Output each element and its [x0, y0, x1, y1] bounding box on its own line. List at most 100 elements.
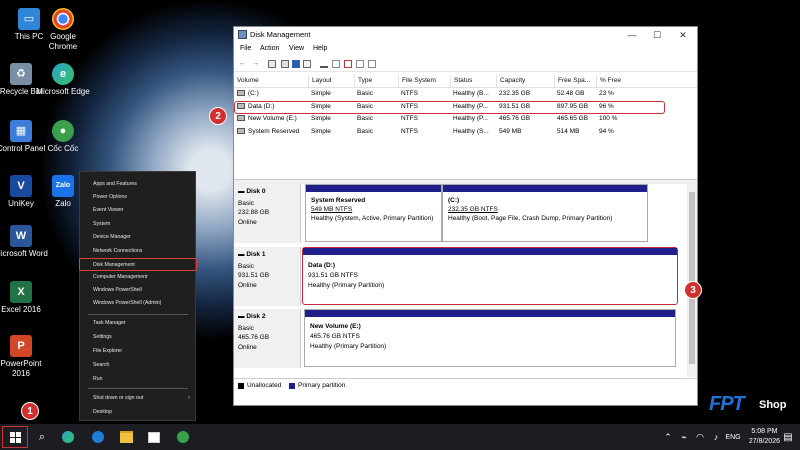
- menu-item-shutdown[interactable]: Shut down or sign out ›: [80, 392, 195, 405]
- language-indicator[interactable]: ENG: [725, 429, 741, 445]
- network-icon[interactable]: ⌁: [676, 429, 692, 445]
- disk-icon[interactable]: [320, 60, 328, 68]
- column-header[interactable]: Layout: [308, 75, 354, 87]
- view-icon[interactable]: [268, 60, 276, 68]
- table-row[interactable]: (C:) Simple Basic NTFS Healthy (B... 232.35 G…: [234, 88, 697, 100]
- new-icon[interactable]: [356, 60, 364, 68]
- menu-item-system[interactable]: System: [80, 218, 195, 231]
- clock[interactable]: 5:08 PM 27/8/2026: [749, 427, 780, 447]
- forward-icon[interactable]: →: [252, 60, 260, 68]
- menu-item-powershell-admin[interactable]: Windows PowerShell (Admin): [80, 297, 195, 310]
- format-icon[interactable]: [368, 60, 376, 68]
- back-icon[interactable]: ←: [239, 60, 247, 68]
- table-cell: Basic: [357, 127, 373, 135]
- scrollbar-thumb[interactable]: [689, 192, 695, 364]
- menu-item-power-options[interactable]: Power Options: [80, 191, 195, 204]
- menu-item-device-manager[interactable]: Device Manager: [80, 231, 195, 244]
- close-button[interactable]: ✕: [670, 27, 696, 43]
- menu-item-desktop[interactable]: Desktop: [80, 406, 195, 419]
- column-header[interactable]: Free Spa...: [554, 75, 596, 87]
- disk-name-text: Disk 1: [246, 251, 266, 258]
- column-header[interactable]: Volume: [234, 75, 308, 87]
- disk-label[interactable]: ▬ Disk 0 Basic 232.88 GB Online: [234, 184, 301, 243]
- check-icon[interactable]: [332, 60, 340, 68]
- search-icon[interactable]: ⌕: [34, 429, 50, 445]
- menu-action[interactable]: Action: [260, 45, 279, 52]
- disk-state: Online: [238, 282, 257, 289]
- coccoc-taskbar-icon[interactable]: [175, 429, 191, 445]
- partition-size: 232.35 GB NTFS: [448, 206, 498, 213]
- wifi-icon[interactable]: ◠: [692, 429, 708, 445]
- table-cell: 465.65 GB: [557, 115, 589, 122]
- volume-icon: [237, 90, 245, 97]
- desktop-icon-powerpoint[interactable]: P PowerPoint 2016: [0, 335, 48, 379]
- menu-item-settings[interactable]: Settings: [80, 331, 195, 344]
- table-cell: Basic: [357, 90, 373, 97]
- disk-label[interactable]: ▬ Disk 2 Basic 465.76 GB Online: [234, 309, 301, 368]
- menu-help[interactable]: Help: [313, 45, 327, 52]
- menu-item-disk-management[interactable]: Disk Management: [79, 258, 197, 271]
- title-bar[interactable]: Disk Management — ☐ ✕: [234, 27, 697, 43]
- partition-d[interactable]: Data (D:) 931.51 GB NTFS Healthy (Primar…: [302, 247, 678, 305]
- column-header[interactable]: Capacity: [496, 75, 554, 87]
- menu-file[interactable]: File: [240, 45, 251, 52]
- properties-icon[interactable]: [303, 60, 311, 68]
- notifications-icon[interactable]: ▤: [780, 429, 796, 445]
- menu-item-network-connections[interactable]: Network Connections: [80, 245, 195, 258]
- file-explorer-icon[interactable]: [118, 429, 134, 445]
- menu-item-task-manager[interactable]: Task Manager: [80, 317, 195, 330]
- help-icon[interactable]: [292, 60, 300, 68]
- menu-item-apps-features[interactable]: Apps and Features: [80, 178, 195, 191]
- desktop-icon-coccoc[interactable]: ● Cốc Cốc: [36, 120, 90, 154]
- maximize-button[interactable]: ☐: [644, 27, 670, 43]
- menu-item-search[interactable]: Search: [80, 359, 195, 372]
- disk-type: Basic: [238, 263, 254, 270]
- column-header[interactable]: File System: [398, 75, 450, 87]
- partition-size: 931.51 GB NTFS: [308, 272, 358, 279]
- store-icon[interactable]: [146, 429, 162, 445]
- chevron-up-icon[interactable]: ⌃: [660, 429, 676, 445]
- fpt-suffix: Shop: [759, 399, 787, 411]
- table-row[interactable]: System Reserved Simple Basic NTFS Healthy (S…: [234, 126, 697, 138]
- column-header[interactable]: % Free: [596, 75, 646, 87]
- partition-c[interactable]: (C:) 232.35 GB NTFS Healthy (Boot, Page …: [442, 184, 648, 242]
- desktop-icon-word[interactable]: W Microsoft Word: [0, 225, 48, 259]
- menu-item-file-explorer[interactable]: File Explorer: [80, 345, 195, 358]
- menu-item-event-viewer[interactable]: Event Viewer: [80, 204, 195, 217]
- partition-name: Data (D:): [308, 262, 336, 269]
- partition-system-reserved[interactable]: System Reserved 549 MB NTFS Healthy (Sys…: [305, 184, 442, 242]
- volume-name: New Volume (E:): [248, 115, 297, 122]
- partition-size: 465.76 GB NTFS: [310, 333, 360, 340]
- menu-item-run[interactable]: Run: [80, 373, 195, 386]
- minimize-button[interactable]: —: [619, 27, 645, 43]
- desktop-icon-excel[interactable]: X Excel 2016: [0, 281, 48, 315]
- table-icon[interactable]: [281, 60, 289, 68]
- disk-name-text: Disk 2: [246, 313, 266, 320]
- menu-item-computer-management[interactable]: Computer Management: [80, 271, 195, 284]
- disk-name-text: Disk 0: [246, 188, 266, 195]
- delete-icon[interactable]: [344, 60, 352, 68]
- volume-icon[interactable]: ♪: [708, 429, 724, 445]
- column-header[interactable]: Type: [354, 75, 398, 87]
- menu-separator: [88, 314, 188, 315]
- disk-size: 931.51 GB: [238, 272, 270, 279]
- desktop-icon-chrome[interactable]: Google Chrome: [36, 8, 90, 52]
- disk-label[interactable]: ▬ Disk 1 Basic 931.51 GB Online: [234, 247, 301, 306]
- desktop-icon-edge[interactable]: e Microsoft Edge: [36, 63, 90, 97]
- menu-bar: File Action View Help: [234, 44, 697, 56]
- desktop-icon-label: Microsoft Edge: [36, 87, 90, 96]
- menu-item-powershell[interactable]: Windows PowerShell: [80, 284, 195, 297]
- partition-bar: [305, 310, 675, 317]
- edge-beta-taskbar-icon[interactable]: [90, 429, 106, 445]
- disk-type: Basic: [238, 325, 254, 332]
- start-button[interactable]: [7, 429, 23, 445]
- column-header[interactable]: Status: [450, 75, 496, 87]
- primary-swatch: [289, 383, 295, 389]
- table-row[interactable]: New Volume (E:) Simple Basic NTFS Healthy (P…: [234, 113, 697, 125]
- edge-taskbar-icon[interactable]: [60, 429, 76, 445]
- taskbar: ⌕ ⌃ ⌁ ◠ ♪ ENG 5:08 PM 27/8/2026 ▤: [0, 424, 800, 450]
- partition-e[interactable]: New Volume (E:) 465.76 GB NTFS Healthy (…: [304, 309, 676, 367]
- partition-bar: [306, 185, 441, 192]
- menu-view[interactable]: View: [289, 45, 304, 52]
- table-cell: 100 %: [599, 115, 618, 122]
